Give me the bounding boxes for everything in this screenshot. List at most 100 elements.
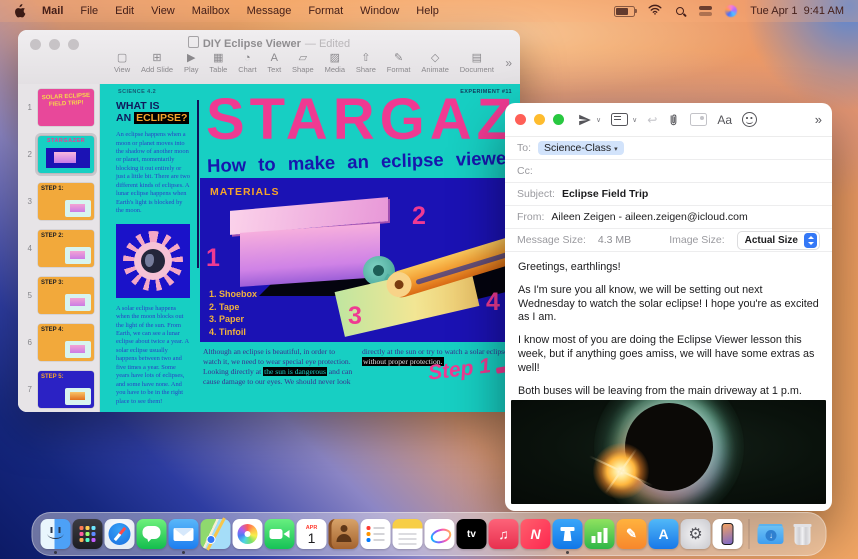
dock-icon-appstore[interactable]: A xyxy=(649,519,679,549)
to-field[interactable]: To: Science-Class▾ xyxy=(505,137,832,160)
dock-icon-keynote[interactable] xyxy=(553,519,583,549)
slide-thumbnail-1[interactable]: SOLAR ECLIPSE FIELD TRIP! xyxy=(38,89,94,126)
eclipse-photo-attachment[interactable] xyxy=(511,400,826,504)
dock-icon-trash[interactable] xyxy=(788,519,818,549)
dock-icon-launchpad[interactable] xyxy=(73,519,103,549)
dock-icon-numbers[interactable] xyxy=(585,519,615,549)
attach-button[interactable] xyxy=(667,111,680,129)
close-button[interactable] xyxy=(515,114,526,125)
materials-list-item: 4. Tinfoil xyxy=(209,326,257,339)
dock-icon-downloads[interactable]: ↓ xyxy=(756,519,786,549)
dock-icon-music[interactable]: ♫ xyxy=(489,519,519,549)
slide-thumbnail-4[interactable]: STEP 2: xyxy=(38,230,94,267)
menu-item-window[interactable]: Window xyxy=(360,5,399,17)
menu-item-edit[interactable]: Edit xyxy=(115,5,134,17)
slide-thumbnail-wrap: STEP 3: xyxy=(35,274,97,317)
slide-thumbnail-3[interactable]: STEP 1: xyxy=(38,183,94,220)
emoji-button[interactable] xyxy=(742,111,757,129)
dock-icon-freeform[interactable] xyxy=(425,519,455,549)
reply-button[interactable]: ↩ xyxy=(647,111,657,129)
recipient-token[interactable]: Science-Class▾ xyxy=(538,141,624,155)
toolbar-button-media[interactable]: ▨Media xyxy=(325,52,345,74)
slide-thumbnail-7[interactable]: STEP 5: xyxy=(38,371,94,408)
dock-icon-calendar[interactable]: APR1 xyxy=(297,519,327,549)
slide-heading: WHAT IS AN ECLIPSE? xyxy=(116,100,190,124)
header-fields-button[interactable] xyxy=(611,111,628,129)
slide-thumbnail-2[interactable]: STARGAZER xyxy=(38,136,94,173)
keynote-titlebar[interactable]: DIY Eclipse Viewer— Edited ▢View⊞Add Sli… xyxy=(18,30,520,85)
dock-icon-finder[interactable] xyxy=(41,519,71,549)
slide-thumbnail-label: STEP 5: xyxy=(38,371,94,380)
dock-icon-mail[interactable] xyxy=(169,519,199,549)
toolbar-button-add-slide[interactable]: ⊞Add Slide xyxy=(141,52,173,74)
menu-item-file[interactable]: File xyxy=(80,5,98,17)
slide-thumbnail-6[interactable]: STEP 4: xyxy=(38,324,94,361)
insert-photo-button[interactable] xyxy=(690,111,707,129)
slide-row-7: 7STEP 5: xyxy=(18,368,99,411)
dock-icon-safari[interactable] xyxy=(105,519,135,549)
toolbar-button-format[interactable]: ✎Format xyxy=(387,52,411,74)
toolbar-button-play[interactable]: ▶Play xyxy=(184,52,199,74)
sun-eclipse-illustration xyxy=(116,224,190,298)
siri-icon[interactable] xyxy=(725,5,737,17)
toolbar-button-text[interactable]: AText xyxy=(267,52,281,74)
dock-icon-messages[interactable] xyxy=(137,519,167,549)
menu-item-message[interactable]: Message xyxy=(247,5,292,17)
minimize-button[interactable] xyxy=(534,114,545,125)
cc-field[interactable]: Cc: xyxy=(505,160,832,183)
dock-icon-facetime[interactable] xyxy=(265,519,295,549)
toolbar-button-document[interactable]: ▤Document xyxy=(460,52,494,74)
from-field[interactable]: From: Aileen Zeigen - aileen.zeigen@iclo… xyxy=(505,206,832,229)
dock-icon-news[interactable]: N xyxy=(521,519,551,549)
spotlight-icon[interactable] xyxy=(675,6,686,17)
slide-navigator: 1SOLAR ECLIPSE FIELD TRIP!2STARGAZER3STE… xyxy=(18,84,100,412)
mail-toolbar-overflow-button[interactable]: » xyxy=(815,112,822,127)
format-button[interactable]: Aa xyxy=(717,111,732,129)
dock-icon-contacts[interactable] xyxy=(329,519,359,549)
battery-icon[interactable] xyxy=(614,6,635,17)
settings-glyph: ⚙ xyxy=(688,524,702,544)
toolbar-button-shape[interactable]: ▱Shape xyxy=(292,52,314,74)
image-size-select[interactable]: Actual Size xyxy=(737,231,820,250)
shape-icon: ▱ xyxy=(299,52,307,64)
toolbar-button-view[interactable]: ▢View xyxy=(114,52,130,74)
dock-icon-pages[interactable]: ✎ xyxy=(617,519,647,549)
thumbnail-graphic xyxy=(65,247,91,264)
music-glyph: ♫ xyxy=(498,526,509,542)
document-icon xyxy=(188,36,199,48)
dock-icon-iphone[interactable] xyxy=(713,519,743,549)
menu-item-help[interactable]: Help xyxy=(416,5,439,17)
toolbar-button-animate[interactable]: ◇Animate xyxy=(421,52,449,74)
toolbar-button-share[interactable]: ⇧Share xyxy=(356,52,376,74)
control-center-icon[interactable] xyxy=(699,6,712,16)
dock-icon-maps[interactable] xyxy=(201,519,231,549)
zoom-button[interactable] xyxy=(553,114,564,125)
dock-icon-reminders[interactable] xyxy=(361,519,391,549)
menu-item-view[interactable]: View xyxy=(151,5,175,17)
subject-field[interactable]: Subject: Eclipse Field Trip xyxy=(505,183,832,206)
menu-item-mail[interactable]: Mail xyxy=(42,5,63,17)
toolbar-button-table[interactable]: ▦Table xyxy=(209,52,227,74)
slide-canvas[interactable]: SCIENCE 4.2 EXPERIMENT #11 WHAT IS AN EC… xyxy=(100,84,520,412)
item-number-4: 4 xyxy=(486,290,500,315)
desktop: Mail File Edit View Mailbox Message Format Wind… xyxy=(0,0,858,559)
menu-item-mailbox[interactable]: Mailbox xyxy=(192,5,230,17)
header-fields-chevron-icon[interactable]: ∨ xyxy=(632,116,637,124)
apple-menu-icon[interactable] xyxy=(14,4,26,18)
keynote-window: DIY Eclipse Viewer— Edited ▢View⊞Add Sli… xyxy=(18,30,520,412)
send-button[interactable] xyxy=(578,111,592,129)
menu-item-format[interactable]: Format xyxy=(308,5,343,17)
dock-icon-appletv[interactable]: tv xyxy=(457,519,487,549)
dock-icon-notes[interactable] xyxy=(393,519,423,549)
dock-icon-settings[interactable]: ⚙ xyxy=(681,519,711,549)
toolbar-overflow-button[interactable]: » xyxy=(505,56,512,70)
toolbar-button-chart[interactable]: ◔Chart xyxy=(238,52,256,74)
slide-thumbnail-wrap: STEP 2: xyxy=(35,227,97,270)
slide-number: 4 xyxy=(18,244,32,253)
menu-clock[interactable]: Tue Apr 1 9:41 AM xyxy=(750,5,844,17)
slide-thumbnail-5[interactable]: STEP 3: xyxy=(38,277,94,314)
slide-thumbnail-wrap: STEP 5: xyxy=(35,368,97,411)
wifi-icon[interactable] xyxy=(648,4,662,18)
dock-icon-photos[interactable] xyxy=(233,519,263,549)
send-menu-chevron-icon[interactable]: ∨ xyxy=(596,116,601,124)
